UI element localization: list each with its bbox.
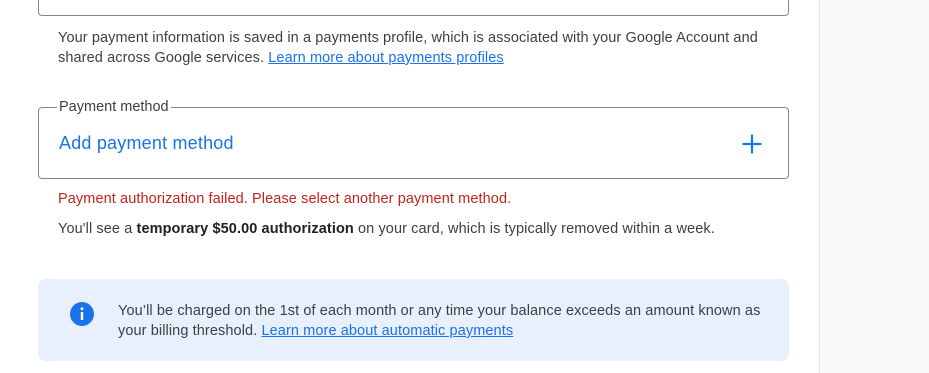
- add-payment-method-button[interactable]: Add payment method: [59, 132, 234, 154]
- authorization-suffix: on your card, which is typically removed…: [353, 221, 715, 237]
- automatic-payments-text: You’ll be charged on the 1st of each mon…: [118, 301, 768, 341]
- learn-more-payments-profiles-link[interactable]: Learn more about payments profiles: [268, 50, 504, 66]
- right-side-panel: [819, 0, 929, 373]
- learn-more-automatic-payments-link[interactable]: Learn more about automatic payments: [261, 323, 513, 339]
- info-icon: [70, 302, 94, 326]
- previous-field[interactable]: [38, 0, 789, 16]
- payments-profile-notice: Your payment information is saved in a p…: [58, 28, 798, 68]
- authorization-prefix: You'll see a: [58, 221, 137, 237]
- authorization-notice: You'll see a temporary $50.00 authorizat…: [58, 219, 715, 239]
- payment-error-message: Payment authorization failed. Please sel…: [58, 191, 512, 207]
- plus-icon[interactable]: [740, 132, 764, 156]
- payment-method-label: Payment method: [57, 98, 171, 116]
- authorization-amount: temporary $50.00 authorization: [136, 221, 354, 237]
- payment-method-field[interactable]: Payment method Add payment method: [38, 98, 789, 179]
- billing-setup-page: Your payment information is saved in a p…: [0, 0, 929, 373]
- automatic-payments-info-box: You’ll be charged on the 1st of each mon…: [38, 279, 789, 361]
